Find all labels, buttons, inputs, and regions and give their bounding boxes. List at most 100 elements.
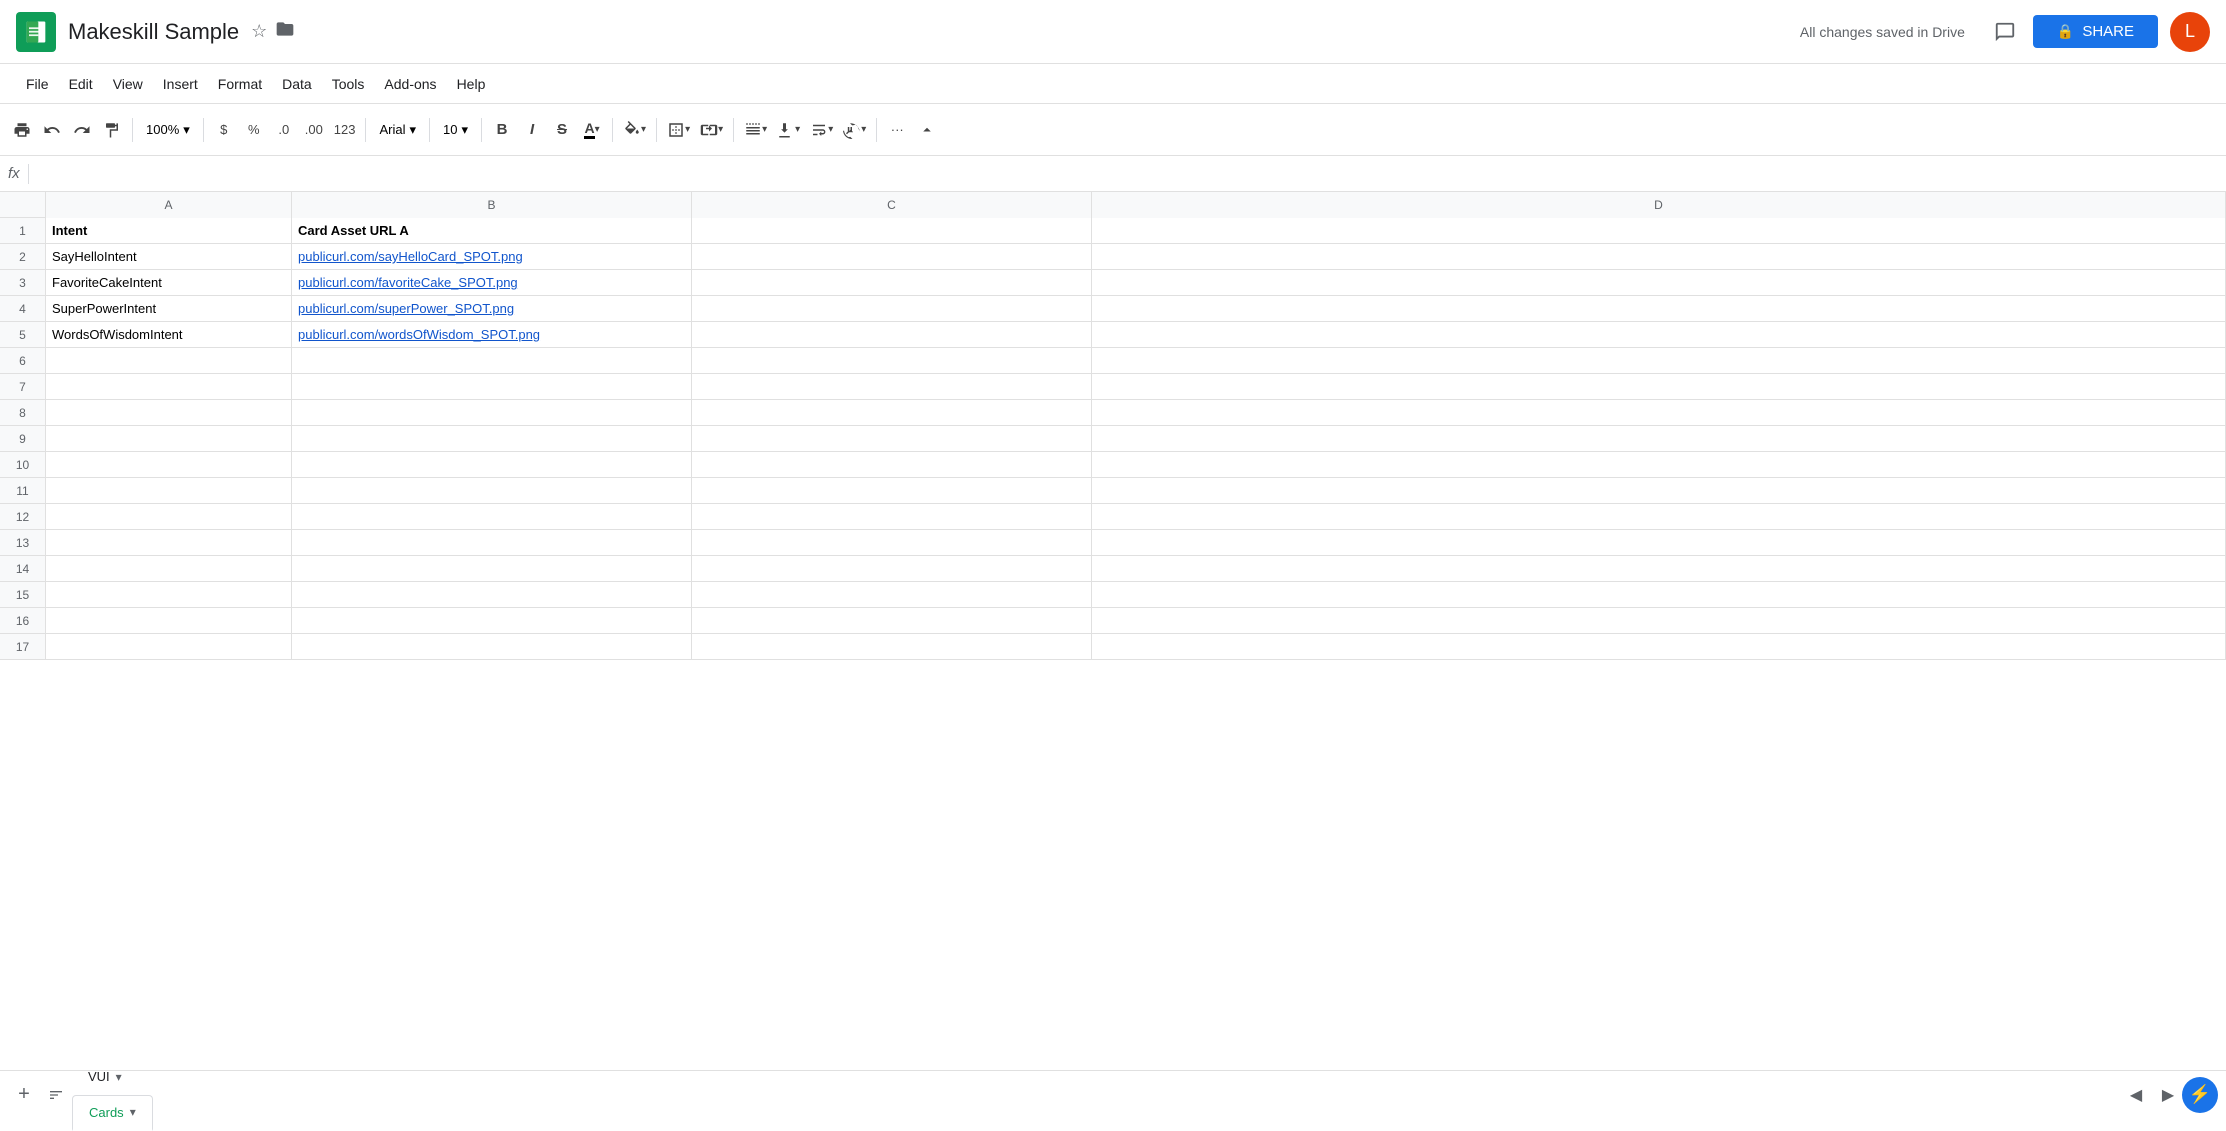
cell-c-13[interactable]	[692, 530, 1092, 555]
strikethrough-button[interactable]: S	[548, 114, 576, 146]
cell-b-2[interactable]: publicurl.com/sayHelloCard_SPOT.png	[292, 244, 692, 269]
cell-a-17[interactable]	[46, 634, 292, 659]
font-size-dropdown[interactable]: 10 ▾	[436, 114, 475, 146]
cell-d-9[interactable]	[1092, 426, 2226, 451]
cell-c-14[interactable]	[692, 556, 1092, 581]
cell-a-9[interactable]	[46, 426, 292, 451]
menu-view[interactable]: View	[103, 70, 153, 98]
cell-b-9[interactable]	[292, 426, 692, 451]
italic-button[interactable]: I	[518, 114, 546, 146]
cell-c-5[interactable]	[692, 322, 1092, 347]
user-avatar[interactable]: L	[2170, 12, 2210, 52]
cell-d-17[interactable]	[1092, 634, 2226, 659]
menu-help[interactable]: Help	[447, 70, 496, 98]
nav-arrow-left[interactable]: ◀	[2122, 1081, 2150, 1109]
cell-a-5[interactable]: WordsOfWisdomIntent	[46, 322, 292, 347]
cell-c-4[interactable]	[692, 296, 1092, 321]
number-format-button[interactable]: 123	[330, 114, 360, 146]
cell-b-4[interactable]: publicurl.com/superPower_SPOT.png	[292, 296, 692, 321]
cell-c-16[interactable]	[692, 608, 1092, 633]
cell-c-11[interactable]	[692, 478, 1092, 503]
cell-d-14[interactable]	[1092, 556, 2226, 581]
menu-file[interactable]: File	[16, 70, 59, 98]
menu-data[interactable]: Data	[272, 70, 322, 98]
sheet-tab-dropdown-icon[interactable]: ▾	[116, 1070, 122, 1084]
font-dropdown[interactable]: Arial ▾	[372, 114, 423, 146]
cell-d-16[interactable]	[1092, 608, 2226, 633]
increase-decimal-button[interactable]: .00	[300, 114, 328, 146]
currency-button[interactable]: $	[210, 114, 238, 146]
cell-b-11[interactable]	[292, 478, 692, 503]
cell-a-2[interactable]: SayHelloIntent	[46, 244, 292, 269]
undo-button[interactable]	[38, 114, 66, 146]
more-button[interactable]: ···	[883, 114, 911, 146]
rotate-button[interactable]: ▾	[839, 114, 870, 146]
cell-c-17[interactable]	[692, 634, 1092, 659]
formula-input[interactable]	[37, 166, 2218, 181]
cell-b-15[interactable]	[292, 582, 692, 607]
share-button[interactable]: 🔒 SHARE	[2033, 15, 2158, 48]
cell-c-8[interactable]	[692, 400, 1092, 425]
cell-b-1[interactable]: Card Asset URL A	[292, 218, 692, 243]
cell-d-8[interactable]	[1092, 400, 2226, 425]
paint-format-button[interactable]	[98, 114, 126, 146]
menu-tools[interactable]: Tools	[322, 70, 375, 98]
cell-a-16[interactable]	[46, 608, 292, 633]
cell-c-15[interactable]	[692, 582, 1092, 607]
menu-addons[interactable]: Add-ons	[374, 70, 446, 98]
sheet-tab-dropdown-icon[interactable]: ▾	[130, 1105, 136, 1119]
cell-d-5[interactable]	[1092, 322, 2226, 347]
explore-button[interactable]: ⚡	[2182, 1077, 2218, 1113]
cell-c-1[interactable]	[692, 218, 1092, 243]
cell-a-8[interactable]	[46, 400, 292, 425]
menu-edit[interactable]: Edit	[59, 70, 103, 98]
text-color-button[interactable]: A ▾	[578, 114, 606, 146]
cell-d-2[interactable]	[1092, 244, 2226, 269]
cell-a-11[interactable]	[46, 478, 292, 503]
folder-icon[interactable]	[275, 19, 295, 44]
wrap-button[interactable]: ▾	[806, 114, 837, 146]
decrease-decimal-button[interactable]: .0	[270, 114, 298, 146]
cell-b-8[interactable]	[292, 400, 692, 425]
cell-d-12[interactable]	[1092, 504, 2226, 529]
col-header-c[interactable]: C	[692, 192, 1092, 218]
cell-a-3[interactable]: FavoriteCakeIntent	[46, 270, 292, 295]
cell-c-7[interactable]	[692, 374, 1092, 399]
cell-b-3[interactable]: publicurl.com/favoriteCake_SPOT.png	[292, 270, 692, 295]
borders-button[interactable]: ▾	[663, 114, 694, 146]
col-header-a[interactable]: A	[46, 192, 292, 218]
percent-button[interactable]: %	[240, 114, 268, 146]
cell-d-1[interactable]	[1092, 218, 2226, 243]
cell-b-7[interactable]	[292, 374, 692, 399]
menu-insert[interactable]: Insert	[153, 70, 208, 98]
bold-button[interactable]: B	[488, 114, 516, 146]
cell-b-12[interactable]	[292, 504, 692, 529]
cell-d-11[interactable]	[1092, 478, 2226, 503]
fill-color-button[interactable]: ▾	[619, 114, 650, 146]
cell-c-10[interactable]	[692, 452, 1092, 477]
cell-b-10[interactable]	[292, 452, 692, 477]
cell-d-6[interactable]	[1092, 348, 2226, 373]
cell-c-12[interactable]	[692, 504, 1092, 529]
comments-button[interactable]	[1985, 12, 2025, 52]
add-sheet-button[interactable]: +	[8, 1079, 40, 1111]
cell-a-4[interactable]: SuperPowerIntent	[46, 296, 292, 321]
v-align-button[interactable]: ▾	[773, 114, 804, 146]
menu-format[interactable]: Format	[208, 70, 272, 98]
cell-a-14[interactable]	[46, 556, 292, 581]
cell-b-16[interactable]	[292, 608, 692, 633]
cell-a-6[interactable]	[46, 348, 292, 373]
cell-d-7[interactable]	[1092, 374, 2226, 399]
cell-a-7[interactable]	[46, 374, 292, 399]
col-header-d[interactable]: D	[1092, 192, 2226, 218]
cell-c-3[interactable]	[692, 270, 1092, 295]
cell-c-2[interactable]	[692, 244, 1092, 269]
cell-c-9[interactable]	[692, 426, 1092, 451]
cell-a-10[interactable]	[46, 452, 292, 477]
redo-button[interactable]	[68, 114, 96, 146]
zoom-dropdown[interactable]: 100% ▾	[139, 114, 197, 146]
print-button[interactable]	[8, 114, 36, 146]
col-header-b[interactable]: B	[292, 192, 692, 218]
cell-d-4[interactable]	[1092, 296, 2226, 321]
sheet-tab-vui[interactable]: VUI▾	[72, 1059, 153, 1095]
